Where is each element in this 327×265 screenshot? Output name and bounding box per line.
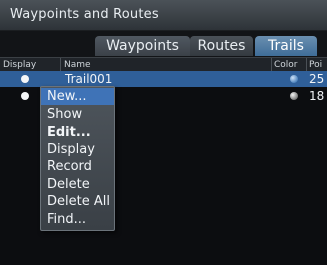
tab-trails[interactable]: Trails [255,36,317,56]
tab-bar: Waypoints Routes Trails [0,31,327,57]
menu-item-display[interactable]: Display [41,141,114,158]
column-divider [306,58,307,72]
display-indicator-icon[interactable] [21,92,29,100]
menu-item-find[interactable]: Find... [41,211,114,228]
context-menu: New... Show Edit... Display Record Delet… [40,86,115,231]
window-title: Waypoints and Routes [10,7,159,22]
column-divider [271,58,272,72]
column-header-display[interactable]: Display [3,58,36,72]
column-header-name[interactable]: Name [64,58,91,72]
trail-color-swatch-icon [290,92,298,100]
trail-name: Trail001 [65,72,113,86]
column-header: Display Name Color Poi [0,57,327,72]
column-header-color[interactable]: Color [274,58,298,72]
menu-item-show[interactable]: Show [41,106,114,123]
tab-waypoints[interactable]: Waypoints [95,36,190,56]
column-header-points[interactable]: Poi [309,58,322,72]
trail-points: 25 [309,72,325,86]
menu-item-new[interactable]: New... [41,88,114,105]
trail-points: 18 [309,89,325,103]
waypoints-routes-screen: Waypoints and Routes Waypoints Routes Tr… [0,0,327,265]
menu-item-edit[interactable]: Edit... [41,124,114,141]
column-divider [60,58,61,72]
trail-color-swatch-icon [290,75,298,83]
title-bar: Waypoints and Routes [0,0,327,31]
menu-item-delete[interactable]: Delete [41,176,114,193]
menu-item-delete-all[interactable]: Delete All [41,193,114,210]
trail-row[interactable]: Trail001 25 [0,71,327,87]
tab-routes[interactable]: Routes [190,36,253,56]
display-indicator-icon[interactable] [21,75,29,83]
menu-item-record[interactable]: Record [41,158,114,175]
